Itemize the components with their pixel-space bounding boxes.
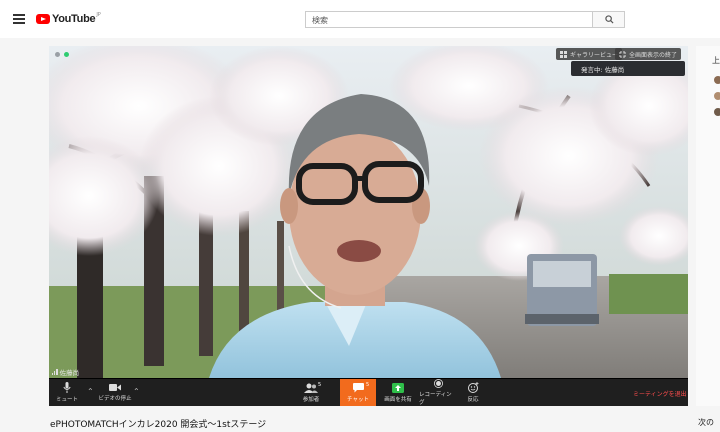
youtube-play-icon (36, 14, 50, 24)
info-icon (55, 52, 60, 57)
video-frame: ギャラリービュー 全画面表示の終了 発言中: 佐藤尚 佐藤尚 (49, 46, 688, 378)
reactions-label: 反応 (467, 397, 479, 403)
exit-fullscreen-button[interactable]: 全画面表示の終了 (615, 48, 682, 60)
exit-fullscreen-icon (619, 50, 626, 58)
participants-button[interactable]: 参加者 5 (294, 379, 328, 406)
logo-region: JP (96, 12, 101, 18)
meeting-info-indicators (55, 52, 69, 57)
participants-icon (304, 383, 318, 393)
record-icon (433, 379, 443, 388)
signal-bars-icon (52, 369, 58, 375)
microphone-icon (63, 382, 71, 393)
related-videos-column (696, 46, 720, 406)
search-button[interactable] (592, 11, 625, 28)
audio-options-chevron-icon[interactable]: ⌃ (87, 387, 94, 396)
video-player[interactable]: ギャラリービュー 全画面表示の終了 発言中: 佐藤尚 佐藤尚 ミュート ⌃ ビデ… (49, 46, 688, 406)
participant-name-tag: 佐藤尚 (52, 367, 79, 377)
share-screen-label: 画面を共有 (384, 396, 412, 403)
stop-video-button[interactable]: ビデオの停止 (95, 379, 135, 406)
share-screen-icon (392, 382, 404, 393)
gallery-view-button[interactable]: ギャラリービュー (556, 48, 623, 60)
logo-wordmark: YouTube (52, 13, 96, 25)
encryption-shield-icon (64, 52, 69, 57)
related-thumb-avatar[interactable] (714, 76, 720, 84)
share-screen-button[interactable]: 画面を共有 (381, 379, 415, 406)
record-button[interactable]: レコーディング (419, 379, 457, 406)
up-next-heading: 上 (712, 56, 720, 65)
youtube-header: YouTube JP 検索 (0, 0, 720, 38)
mute-button[interactable]: ミュート (53, 379, 81, 406)
search-input[interactable]: 検索 (305, 11, 592, 28)
stop-video-label: ビデオの停止 (98, 396, 132, 402)
exit-fullscreen-label: 全画面表示の終了 (629, 51, 678, 59)
chat-label: チャット (347, 396, 369, 403)
related-thumb-avatar[interactable] (714, 108, 720, 116)
leave-meeting-button[interactable]: ミーティングを退出 (633, 389, 687, 398)
video-camera-icon (109, 384, 121, 391)
meeting-control-bar: ミュート ⌃ ビデオの停止 ⌃ 参加者 5 チャット 5 画面を共有 レコーディ… (49, 379, 688, 406)
grid-icon (560, 50, 567, 58)
video-title: ePHOTOMATCHインカレ2020 開会式〜1stステージ (50, 420, 267, 430)
chat-button[interactable]: チャット 5 (340, 379, 376, 406)
participant-name-label: 佐藤尚 (59, 369, 80, 377)
chat-bubble-icon (352, 382, 364, 392)
chat-count: 5 (366, 382, 370, 388)
youtube-logo[interactable]: YouTube JP (36, 12, 101, 26)
related-thumb-avatar[interactable] (714, 92, 720, 100)
next-video-label: 次の (698, 418, 714, 427)
active-speaker-tooltip: 発言中: 佐藤尚 (571, 61, 685, 76)
mute-label: ミュート (55, 397, 78, 403)
reactions-button[interactable]: 反応 (461, 379, 485, 406)
gallery-view-label: ギャラリービュー (570, 51, 619, 59)
record-label: レコーディング (419, 392, 452, 406)
participants-count: 5 (318, 382, 322, 388)
search-icon (605, 15, 614, 24)
emoji-reaction-icon (467, 382, 478, 393)
participants-label: 参加者 (302, 396, 320, 403)
menu-icon[interactable] (13, 14, 25, 24)
video-options-chevron-icon[interactable]: ⌃ (133, 387, 140, 396)
